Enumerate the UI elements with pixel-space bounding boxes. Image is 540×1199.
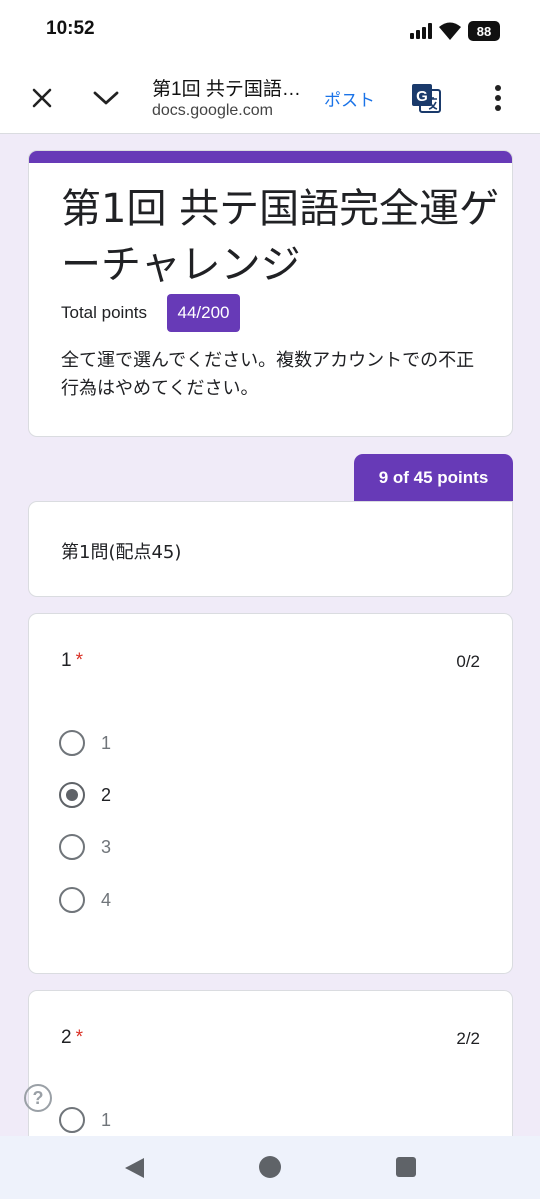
page-title: 第1回 共テ国語… xyxy=(152,79,301,100)
status-icons: 88 xyxy=(410,20,500,42)
total-points-label: Total points xyxy=(61,303,147,322)
option-4[interactable]: 4 xyxy=(59,885,111,915)
option-2[interactable]: 2 xyxy=(59,780,111,810)
question-card-1: 1 * 0/2 1 2 3 4 xyxy=(28,613,513,974)
option-3[interactable]: 3 xyxy=(59,832,111,862)
section-card: 第1問(配点45) xyxy=(28,501,513,597)
required-mark: * xyxy=(75,650,83,671)
page-url: docs.google.com xyxy=(152,102,273,119)
status-bar: 10:52 88 xyxy=(0,0,540,62)
question-title: 1 * xyxy=(61,650,83,672)
question-score: 2/2 xyxy=(456,1029,480,1048)
question-score: 0/2 xyxy=(456,652,480,671)
browser-toolbar: 第1回 共テ国語… docs.google.com ポスト G xyxy=(0,62,540,134)
system-nav-bar xyxy=(0,1136,540,1199)
post-button[interactable]: ポスト xyxy=(324,86,375,111)
option-1[interactable]: 1 xyxy=(59,728,111,758)
radio-button[interactable] xyxy=(59,730,85,756)
radio-button[interactable] xyxy=(59,834,85,860)
signal-icon xyxy=(410,23,432,39)
status-time: 10:52 xyxy=(46,18,95,39)
recents-icon[interactable] xyxy=(394,1155,418,1179)
question-number: 2 xyxy=(61,1027,72,1048)
option-label: 2 xyxy=(101,784,112,805)
radio-button-checked[interactable] xyxy=(59,782,85,808)
chevron-down-icon[interactable] xyxy=(88,78,124,118)
radio-button[interactable] xyxy=(59,1107,85,1133)
section-title: 第1問(配点45) xyxy=(61,542,182,563)
form-title: 第1回 共テ国語完全運ゲーチャレンジ xyxy=(61,186,500,288)
option-label: 4 xyxy=(101,889,112,910)
header-accent-bar xyxy=(29,151,512,163)
required-mark: * xyxy=(75,1027,83,1048)
close-icon[interactable] xyxy=(24,78,60,118)
translate-icon[interactable]: G xyxy=(408,80,444,116)
question-number: 1 xyxy=(61,650,72,671)
wifi-icon xyxy=(439,22,461,40)
battery-icon: 88 xyxy=(468,21,500,41)
option-label: 3 xyxy=(101,836,112,857)
total-points-badge: 44/200 xyxy=(167,294,240,332)
back-icon[interactable] xyxy=(122,1155,148,1181)
form-description: 全て運で選んでください。複数アカウントでの不正行為はやめてください。 xyxy=(61,350,475,399)
question-title: 2 * xyxy=(61,1027,83,1049)
more-vert-icon[interactable] xyxy=(484,80,512,116)
section-points-tab: 9 of 45 points xyxy=(354,454,513,501)
form-header-card: 第1回 共テ国語完全運ゲーチャレンジ Total points 44/200 全… xyxy=(28,150,513,437)
option-1[interactable]: 1 xyxy=(59,1105,111,1135)
home-icon[interactable] xyxy=(258,1155,282,1179)
radio-button[interactable] xyxy=(59,887,85,913)
option-label: 1 xyxy=(101,732,112,753)
svg-text:G: G xyxy=(416,88,428,105)
help-icon[interactable]: ? xyxy=(24,1084,52,1112)
option-label: 1 xyxy=(101,1109,112,1130)
